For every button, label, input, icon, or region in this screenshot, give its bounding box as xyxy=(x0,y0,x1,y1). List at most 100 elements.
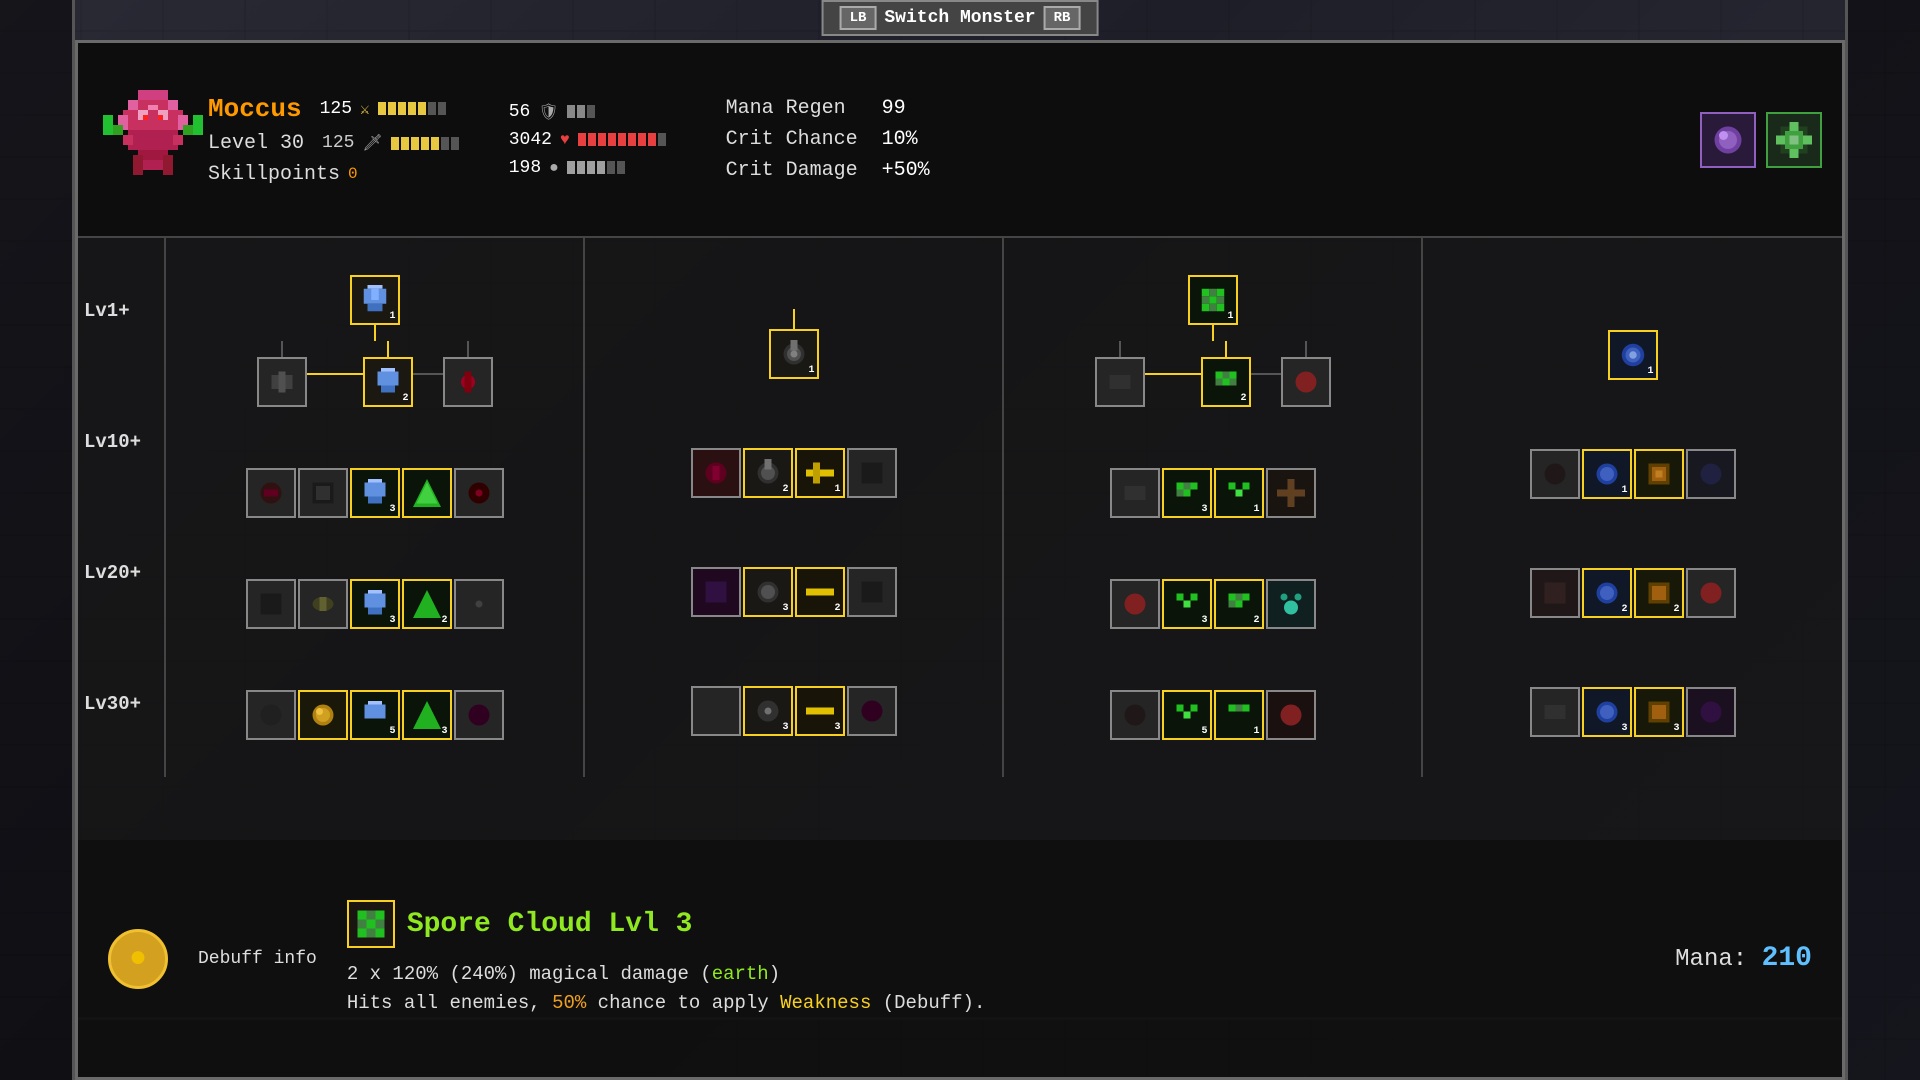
crit-chance-val: 10% xyxy=(882,128,918,151)
skill-col-1: 1 xyxy=(166,238,585,777)
col1-lv20: 3 2 xyxy=(246,579,504,629)
skill-node-2-3b[interactable]: 3 xyxy=(743,567,793,617)
skill-node-1-2c[interactable]: 3 xyxy=(350,468,400,518)
skill-node-2-2d[interactable] xyxy=(847,448,897,498)
hp-bar xyxy=(578,133,666,146)
skill-node-2-2c[interactable]: 1 xyxy=(795,448,845,498)
skill-node-4-1[interactable]: 1 xyxy=(1608,330,1658,380)
col1-lv30: 5 3 xyxy=(246,690,504,740)
skill-node-3-4a[interactable] xyxy=(1110,690,1160,740)
skill-node-2-2b[interactable]: 2 xyxy=(743,448,793,498)
skill-node-2-3d[interactable] xyxy=(847,567,897,617)
skill-node-1-4e[interactable] xyxy=(454,690,504,740)
def-value: 125 xyxy=(322,133,354,153)
skill-node-3-4d[interactable] xyxy=(1266,690,1316,740)
skill-node-3-2d[interactable] xyxy=(1266,468,1316,518)
skill-node-1-2a[interactable] xyxy=(246,468,296,518)
skill-node-2-3a[interactable] xyxy=(691,567,741,617)
desc-line2-part3: (Debuff). xyxy=(871,992,985,1014)
mana-cost-val: 210 xyxy=(1762,943,1812,974)
skill-node-3-4b[interactable]: 5 xyxy=(1162,690,1212,740)
skill-node-2-2a[interactable] xyxy=(691,448,741,498)
skill-node-1-2d[interactable] xyxy=(402,468,452,518)
skill-node-1-3a[interactable] xyxy=(246,579,296,629)
skill-node-1-2b[interactable] xyxy=(298,468,348,518)
equip-slot-1[interactable] xyxy=(1700,112,1756,168)
col4-lv10: 1 xyxy=(1530,449,1736,499)
skill-node-4-2c[interactable] xyxy=(1634,449,1684,499)
skill-node-3-3c[interactable]: 2 xyxy=(1214,579,1264,629)
desc-line2-part2: chance to apply xyxy=(586,992,780,1014)
skill-node-4-4a[interactable] xyxy=(1530,687,1580,737)
skill-node-1-4c[interactable]: 5 xyxy=(350,690,400,740)
shield-value: 56 xyxy=(509,102,531,122)
skill-node-1-1[interactable]: 1 xyxy=(350,275,400,325)
skillpoints-val: 0 xyxy=(348,165,358,183)
mana-regen-label: Mana Regen xyxy=(726,97,866,120)
desc-line1-part1: 2 x 120% (240%) magical damage ( xyxy=(347,963,712,985)
switch-monster-label: Switch Monster xyxy=(884,8,1035,28)
skill-node-3-2b[interactable]: 3 xyxy=(1162,468,1212,518)
skill-node-4-2b[interactable]: 1 xyxy=(1582,449,1632,499)
skill-node-1-3e[interactable] xyxy=(454,579,504,629)
skill-node-3-2a[interactable] xyxy=(1110,468,1160,518)
right-border xyxy=(1845,0,1920,1080)
skill-node-1-4d[interactable]: 3 xyxy=(402,690,452,740)
skill-node-1-1a[interactable] xyxy=(257,357,307,407)
skill-node-4-4d[interactable] xyxy=(1686,687,1736,737)
skill-node-3-3b[interactable]: 3 xyxy=(1162,579,1212,629)
skill-node-4-3b[interactable]: 2 xyxy=(1582,568,1632,618)
crit-chance-label: Crit Chance xyxy=(726,128,866,151)
vconnector xyxy=(374,325,376,341)
skill-node-1-2e[interactable] xyxy=(454,468,504,518)
skill-node-3-2c[interactable]: 1 xyxy=(1214,468,1264,518)
skill-node-1-3c[interactable]: 3 xyxy=(350,579,400,629)
skill-node-2-1[interactable]: 1 xyxy=(769,329,819,379)
heart-icon: ♥ xyxy=(560,131,570,149)
skill-node-3-1b[interactable]: 2 xyxy=(1201,357,1251,407)
skill-node-2-3c[interactable]: 2 xyxy=(795,567,845,617)
col4-lv30: 3 3 xyxy=(1530,687,1736,737)
skill-node-4-2a[interactable] xyxy=(1530,449,1580,499)
equip-slot-2[interactable] xyxy=(1766,112,1822,168)
skill-node-4-4c[interactable]: 3 xyxy=(1634,687,1684,737)
col4-lv20: 2 2 xyxy=(1530,568,1736,618)
skill-node-3-1[interactable]: 1 xyxy=(1188,275,1238,325)
col1-lv1-branch: 2 xyxy=(257,341,493,407)
col1-lv1: 1 xyxy=(257,275,493,407)
skill-node-4-3d[interactable] xyxy=(1686,568,1736,618)
skill-node-1-4a[interactable] xyxy=(246,690,296,740)
top-bar: LB Switch Monster RB xyxy=(822,0,1099,36)
hp-value: 3042 xyxy=(509,130,552,150)
skill-node-3-4c[interactable]: 1 xyxy=(1214,690,1264,740)
skill-node-4-3c[interactable]: 2 xyxy=(1634,568,1684,618)
col3-lv10: 3 1 xyxy=(1110,468,1316,518)
desc-weakness: Weakness xyxy=(780,992,871,1014)
skill-node-4-4b[interactable]: 3 xyxy=(1582,687,1632,737)
skill-node-3-1c[interactable] xyxy=(1281,357,1331,407)
col2-lv20: 3 2 xyxy=(691,567,897,617)
skill-node-1-3d[interactable]: 2 xyxy=(402,579,452,629)
skill-node-1-1c[interactable] xyxy=(443,357,493,407)
skill-node-3-1a[interactable] xyxy=(1095,357,1145,407)
skill-node-4-2d[interactable] xyxy=(1686,449,1736,499)
col2-lv1: 1 xyxy=(769,279,819,379)
skill-node-1-1b[interactable]: 2 xyxy=(363,357,413,407)
skill-node-1-4b[interactable] xyxy=(298,690,348,740)
rb-button[interactable]: RB xyxy=(1044,6,1081,30)
skill-node-3-3a[interactable] xyxy=(1110,579,1160,629)
monster-stats-center: 56 🛡 3042 ♥ xyxy=(509,102,666,178)
skill-node-4-3a[interactable] xyxy=(1530,568,1580,618)
mana-cost-label: Mana: xyxy=(1675,946,1761,973)
skill-node-2-4a[interactable] xyxy=(691,686,741,736)
skill-node-3-3d[interactable] xyxy=(1266,579,1316,629)
mana-value: 198 xyxy=(509,158,541,178)
equip-icons xyxy=(1700,112,1822,168)
skill-node-1-3b[interactable] xyxy=(298,579,348,629)
skill-node-2-4b[interactable]: 3 xyxy=(743,686,793,736)
lv10-label: Lv10+ xyxy=(84,431,158,453)
atk-bar xyxy=(378,102,446,115)
lb-button[interactable]: LB xyxy=(840,6,877,30)
skill-node-2-4d[interactable] xyxy=(847,686,897,736)
skill-node-2-4c[interactable]: 3 xyxy=(795,686,845,736)
